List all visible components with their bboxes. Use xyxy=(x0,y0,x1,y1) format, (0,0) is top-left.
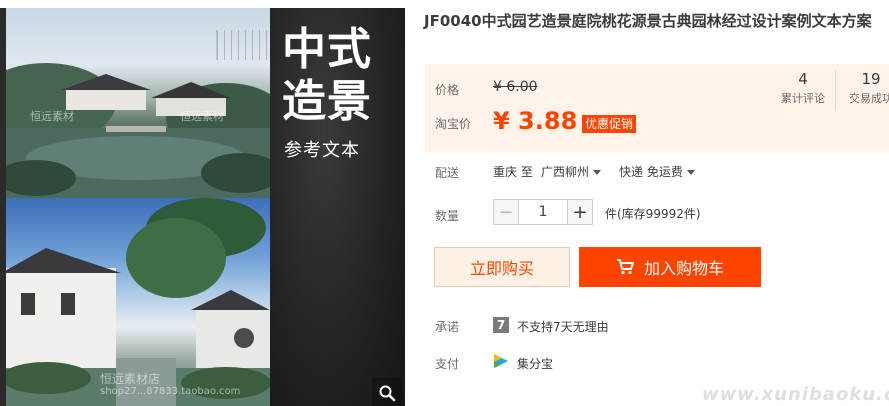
image-watermark: 恒远素材店 xyxy=(100,372,161,386)
sales-count-label: 交易成功 xyxy=(849,92,889,105)
stat-divider xyxy=(835,70,836,110)
sales-count: 19 xyxy=(861,70,881,88)
shipping-origin: 重庆 至 xyxy=(493,165,533,179)
promo-badge[interactable]: 优惠促销 xyxy=(582,115,637,133)
quantity-stepper: − 1 + xyxy=(493,199,593,225)
shopping-cart-icon xyxy=(616,259,634,275)
quantity-input[interactable]: 1 xyxy=(519,199,567,225)
buy-now-button[interactable]: 立即购买 xyxy=(434,247,570,287)
banner-subtitle: 参考文本 xyxy=(284,140,360,161)
add-to-cart-button[interactable]: 加入购物车 xyxy=(579,247,761,287)
quantity-decrease-button[interactable]: − xyxy=(493,199,519,225)
taobao-price-label: 淘宝价 xyxy=(435,117,472,131)
shipping-method: 快递 免运费 xyxy=(619,165,683,179)
payment-label: 支付 xyxy=(435,357,460,371)
review-count-stat[interactable]: 4 累计评论 xyxy=(775,70,831,106)
product-image[interactable]: 中式造景 参考文本 恒远素材 恒远素材 恒远素材店 shop27...87833… xyxy=(0,8,405,406)
chevron-down-icon xyxy=(593,170,602,175)
garden-scene-top xyxy=(6,8,270,198)
banner-title: 中式造景 xyxy=(282,24,372,127)
shipping-method-select[interactable]: 快递 免运费 xyxy=(619,163,695,180)
seven-day-return-icon: 7 xyxy=(493,317,509,333)
promise-label: 承诺 xyxy=(435,320,460,334)
site-watermark: www.xunibaoku.com xyxy=(702,384,889,405)
zoom-icon[interactable] xyxy=(372,378,402,406)
add-to-cart-label: 加入购物车 xyxy=(643,259,724,278)
stock-info: 件(库存99992件) xyxy=(605,207,701,221)
product-title: JF0040中式园艺造景庭院桃花源景古典园林经过设计案例文本方案 xyxy=(424,12,872,30)
payment-text[interactable]: 集分宝 xyxy=(517,355,553,372)
original-price: ¥ 6.00 xyxy=(493,79,538,95)
chevron-down-icon xyxy=(686,170,695,175)
jifenbao-icon xyxy=(493,353,509,369)
promise-text[interactable]: 不支持7天无理由 xyxy=(517,318,609,335)
calligraphy-poem xyxy=(216,30,270,60)
image-watermark: 恒远素材 xyxy=(30,110,74,123)
review-count: 4 xyxy=(798,70,808,88)
current-price: ¥ 3.88 xyxy=(493,107,578,135)
shipping-destination: 广西柳州 xyxy=(541,165,590,179)
shipping-label: 配送 xyxy=(435,166,460,180)
sales-count-stat[interactable]: 19 交易成功 xyxy=(843,70,889,106)
quantity-label: 数量 xyxy=(435,209,460,223)
image-watermark: 恒远素材 xyxy=(180,110,224,123)
review-count-label: 累计评论 xyxy=(781,92,825,105)
price-label: 价格 xyxy=(435,83,460,97)
shipping-destination-select[interactable]: 广西柳州 xyxy=(541,163,602,180)
quantity-increase-button[interactable]: + xyxy=(567,199,593,225)
image-watermark-url: shop27...87833.taobao.com xyxy=(100,386,241,397)
